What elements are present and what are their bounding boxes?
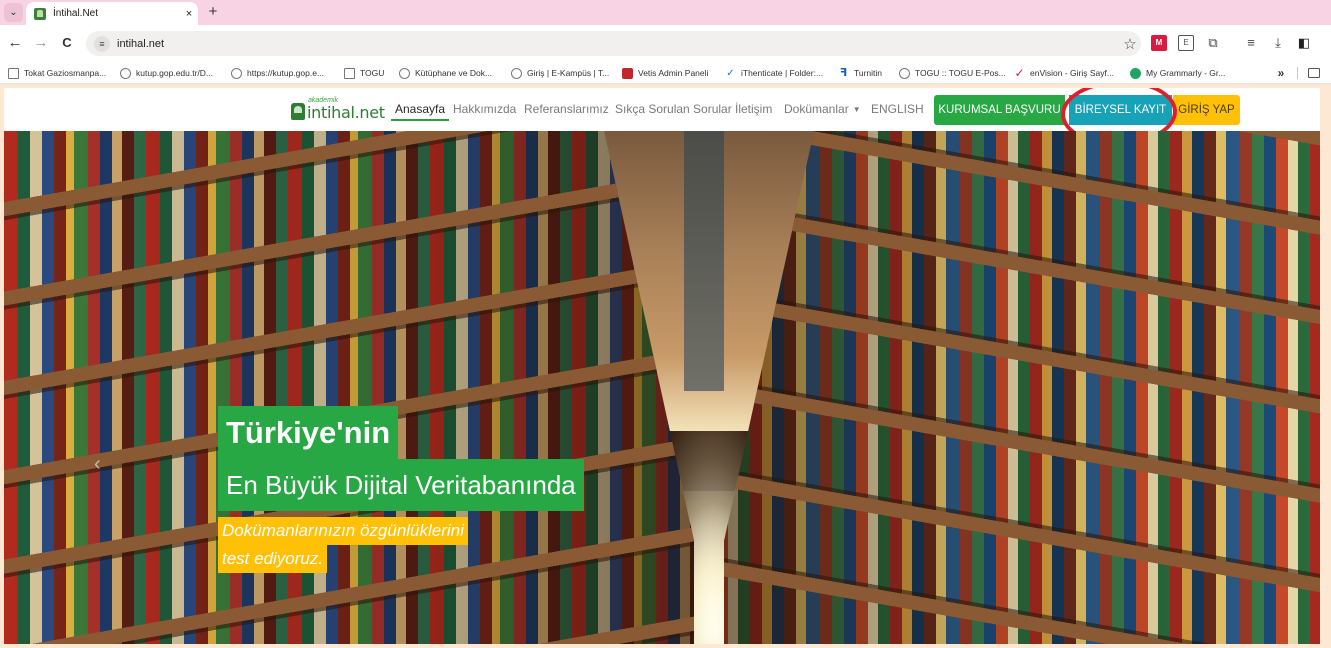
bookmark-item[interactable]: https://kutup.gop.e... <box>231 65 324 81</box>
back-button[interactable]: ← <box>5 33 25 53</box>
nav-sss[interactable]: Sıkça Sorulan Sorular <box>615 102 732 116</box>
bookmark-label: TOGU <box>360 68 385 78</box>
nav-dokumanlar-dropdown[interactable]: Dokümanlar ▼ <box>784 102 861 116</box>
bookmark-label: iThenticate | Folder:... <box>741 68 824 78</box>
bookmark-label: TOGU :: TOGU E-Pos... <box>915 68 1006 78</box>
hero-title: Türkiye'nin <box>218 406 399 459</box>
bookmark-label: Vetis Admin Paneli <box>638 68 709 78</box>
kurumsal-basvuru-button[interactable]: KURUMSAL BAŞVURU <box>934 95 1065 125</box>
nav-hakkimizda[interactable]: Hakkımızda <box>453 102 516 116</box>
envision-check-icon: ✓ <box>1014 65 1025 80</box>
globe-icon <box>399 67 410 79</box>
intihal-logo[interactable]: akademik intihal.net <box>291 97 385 125</box>
check-icon: ✓ <box>726 67 735 79</box>
site-info-icon[interactable]: ≡ <box>94 35 110 52</box>
nav-anasayfa[interactable]: Anasayfa <box>390 102 450 121</box>
more-bookmarks-button[interactable]: » <box>1272 65 1290 81</box>
new-tab-button[interactable]: + <box>203 2 223 22</box>
download-icon[interactable]: ⤓ <box>1270 35 1286 51</box>
browser-toolbar: ← → C ≡ intihal.net ☆ M E ⧉ ≡ ⤓ ◧ <box>0 25 1331 62</box>
browser-tab[interactable]: İntihal.Net × <box>26 2 198 25</box>
address-bar[interactable]: ≡ intihal.net ☆ <box>86 31 1141 56</box>
reading-list-icon[interactable]: ≡ <box>1243 35 1259 51</box>
nav-iletisim[interactable]: İletişim <box>735 102 772 116</box>
site-navbar: akademik intihal.net Anasayfa Hakkımızda… <box>4 88 1320 149</box>
reload-button[interactable]: C <box>57 33 77 53</box>
bookmark-item[interactable]: ✓ enVision - Giriş Sayf... <box>1014 65 1114 81</box>
bookmark-item[interactable]: kutup.gop.edu.tr/D... <box>120 65 213 81</box>
window-edge <box>1320 84 1331 648</box>
bookmark-label: Giriş | E-Kampüs | T... <box>527 68 610 78</box>
bookmark-item[interactable]: Tokat Gaziosmanpa... <box>8 65 106 81</box>
tab-title: İntihal.Net <box>53 8 99 19</box>
bookmark-item[interactable]: Vetis Admin Paneli <box>622 65 708 81</box>
bookmark-item[interactable]: Giriş | E-Kampüs | T... <box>511 65 609 81</box>
giris-yap-button[interactable]: GİRİŞ YAP <box>1173 95 1240 125</box>
bookmark-label: My Grammarly - Gr... <box>1146 68 1226 78</box>
globe-icon <box>511 67 522 79</box>
side-panel-icon[interactable]: ◧ <box>1296 35 1312 51</box>
hero-subtitle: En Büyük Dijital Veritabanında <box>218 459 584 511</box>
nav-dokumanlar-label: Dokümanlar <box>784 102 849 116</box>
bookmark-label: https://kutup.gop.e... <box>247 68 325 78</box>
page-icon <box>344 67 355 79</box>
logo-mark-icon <box>291 103 305 120</box>
globe-icon <box>899 67 910 79</box>
nav-english[interactable]: ENGLISH <box>871 102 924 116</box>
bookmarks-divider <box>1297 67 1298 79</box>
bookmarks-folder-icon[interactable] <box>1308 68 1320 78</box>
web-page: akademik intihal.net Anasayfa Hakkımızda… <box>4 88 1320 644</box>
vetis-icon <box>622 67 633 79</box>
forward-button[interactable]: → <box>31 33 51 53</box>
turnitin-icon: ꟻ <box>839 66 848 79</box>
close-tab-icon[interactable]: × <box>180 8 198 20</box>
library-beam <box>684 131 724 391</box>
address-url[interactable]: intihal.net <box>117 38 1119 50</box>
bookmark-label: Tokat Gaziosmanpa... <box>24 68 107 78</box>
bookshelf-left-image <box>4 131 694 644</box>
extension-red-icon[interactable]: M <box>1151 35 1167 51</box>
nav-referanslarimiz[interactable]: Referanslarımız <box>524 102 609 116</box>
hero-banner: ‹ Türkiye'nin En Büyük Dijital Veritaban… <box>4 131 1320 644</box>
intihal-favicon-icon <box>34 7 46 20</box>
bookmark-label: enVision - Giriş Sayf... <box>1030 68 1114 78</box>
bookmark-label: Turnitin <box>854 68 883 78</box>
logo-text: intihal.net <box>307 103 385 122</box>
tab-strip: ⌄ İntihal.Net × + <box>0 0 1331 25</box>
bookmark-item[interactable]: TOGU :: TOGU E-Pos... <box>899 65 1006 81</box>
hero-tagline-line1: Dokümanlarınızın özgünlüklerini <box>218 517 468 545</box>
bookmark-item[interactable]: ✓ iThenticate | Folder:... <box>725 65 823 81</box>
extensions-puzzle-icon[interactable]: ⧉ <box>1205 35 1221 51</box>
bookmark-star-icon[interactable]: ☆ <box>1119 35 1141 53</box>
hero-tagline-line2: test ediyoruz. <box>218 545 328 573</box>
bookmark-item[interactable]: My Grammarly - Gr... <box>1130 65 1225 81</box>
globe-icon <box>231 67 242 79</box>
slider-prev-icon[interactable]: ‹ <box>94 453 108 475</box>
bookmarks-bar: Tokat Gaziosmanpa... kutup.gop.edu.tr/D.… <box>0 62 1331 84</box>
bookmark-item[interactable]: TOGU <box>344 65 384 81</box>
page-icon <box>8 67 19 79</box>
bookmark-item[interactable]: ꟻ Turnitin <box>838 65 882 81</box>
bookmark-label: kutup.gop.edu.tr/D... <box>136 68 214 78</box>
globe-icon <box>120 67 131 79</box>
tab-search-button[interactable]: ⌄ <box>4 3 23 22</box>
grammarly-icon <box>1130 67 1141 79</box>
chevron-down-icon: ▼ <box>852 105 861 114</box>
screenshot: ⌄ İntihal.Net × + ← → C ≡ intihal.net ☆ … <box>0 0 1331 648</box>
extension-page-icon[interactable]: E <box>1178 35 1194 51</box>
bookmark-label: Kütüphane ve Dok... <box>415 68 493 78</box>
bookmark-item[interactable]: Kütüphane ve Dok... <box>399 65 492 81</box>
